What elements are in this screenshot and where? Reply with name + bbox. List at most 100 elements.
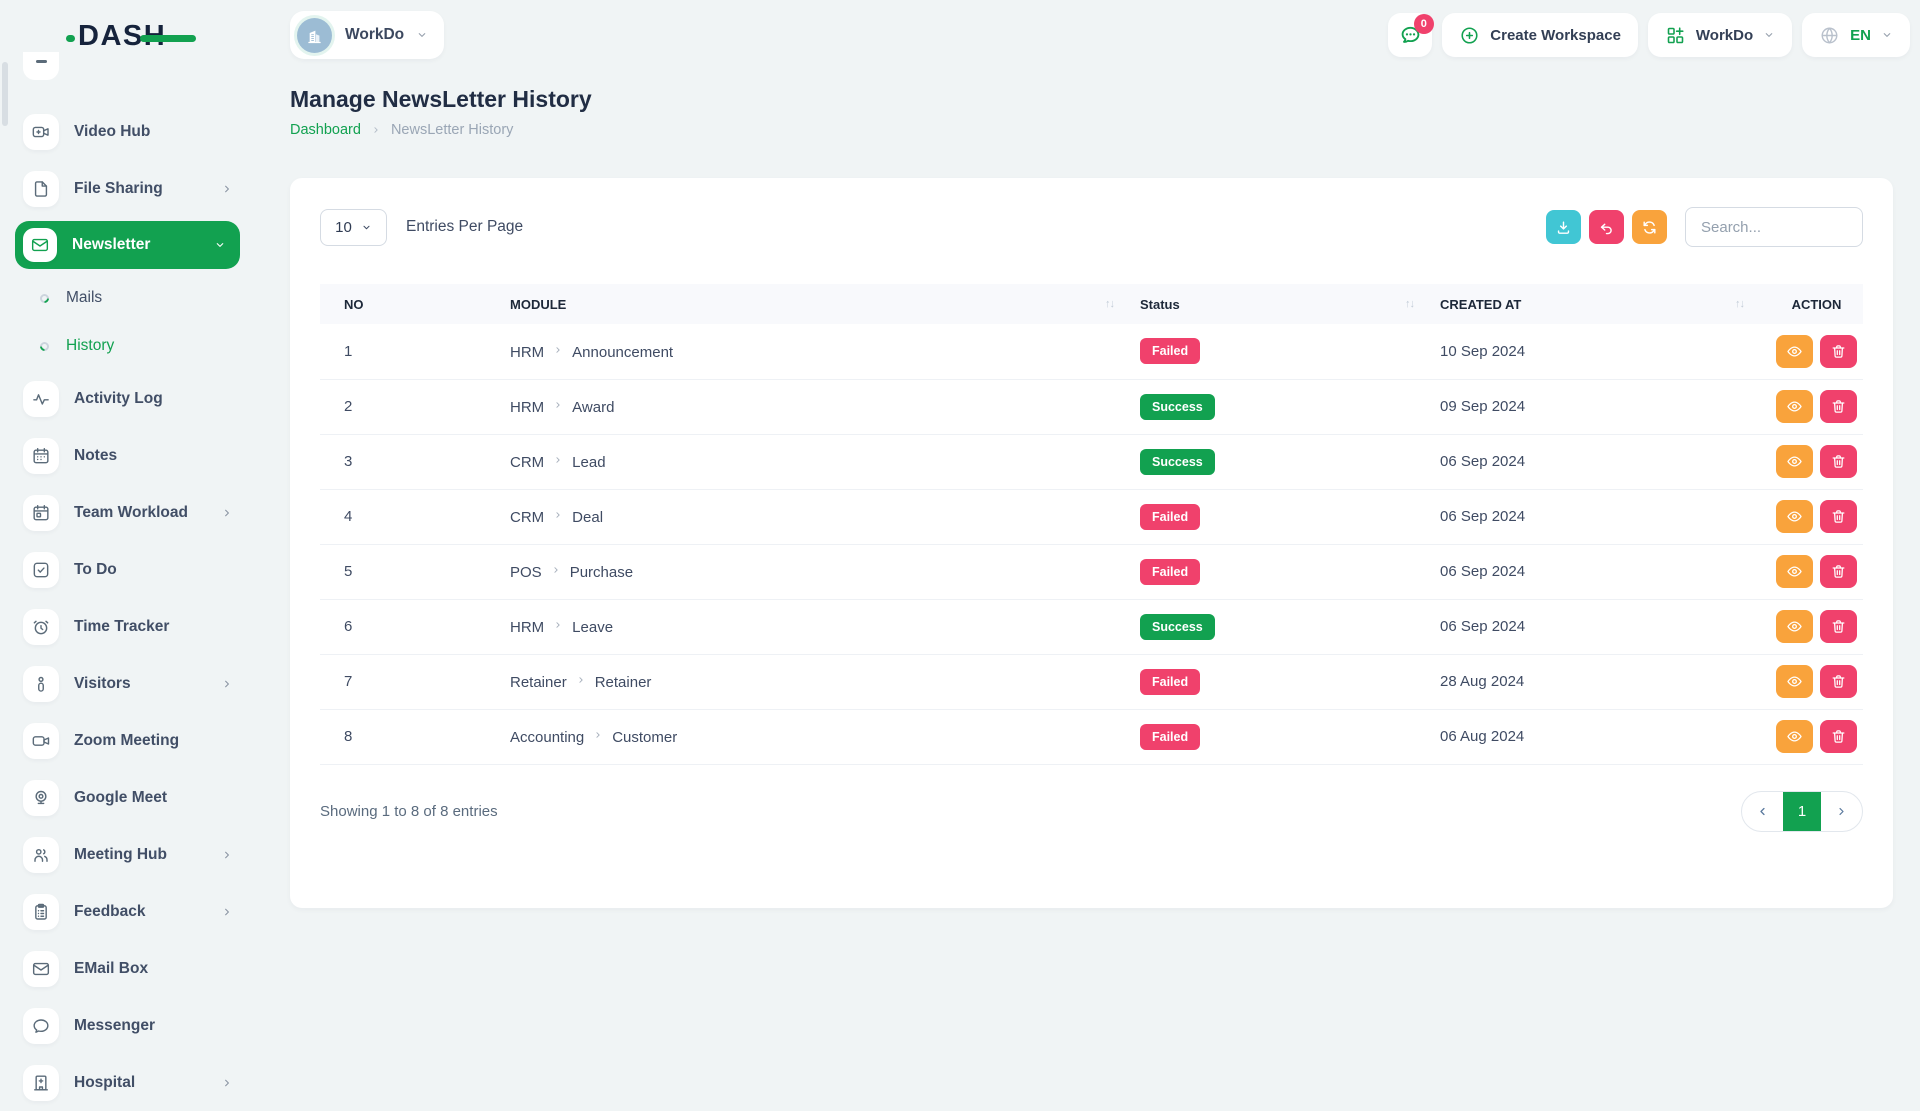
sidebar-subitem-mails[interactable]: Mails	[0, 274, 265, 322]
breadcrumb: Dashboard NewsLetter History	[290, 122, 1893, 138]
entries-per-page-value: 10	[335, 219, 352, 236]
create-workspace-button[interactable]: Create Workspace	[1442, 13, 1638, 57]
workdo-apps-button[interactable]: WorkDo	[1648, 13, 1792, 57]
message-bubble-icon	[31, 1016, 51, 1036]
page-title: Manage NewsLetter History	[290, 86, 1893, 113]
cell-module: HRMAward	[510, 379, 1140, 434]
view-button[interactable]	[1776, 445, 1813, 478]
mail-icon	[30, 235, 50, 255]
icon-box	[23, 552, 59, 588]
pagination-next-button[interactable]	[1821, 792, 1862, 831]
partial-icon	[36, 60, 47, 63]
view-button[interactable]	[1776, 555, 1813, 588]
view-button[interactable]	[1776, 720, 1813, 753]
chevron-right-icon	[221, 507, 233, 519]
entries-per-page-select[interactable]: 10	[320, 209, 387, 246]
video-camera-icon	[31, 122, 51, 142]
cell-created-at: 06 Sep 2024	[1440, 489, 1770, 544]
sidebar-item-video-hub[interactable]: Video Hub	[0, 103, 265, 160]
column-header-module[interactable]: MODULE↑↓	[510, 284, 1140, 324]
sidebar-item-time-tracker[interactable]: Time Tracker	[0, 598, 265, 655]
pagination: 1	[1741, 791, 1863, 832]
app-logo[interactable]: DASH	[66, 18, 166, 54]
delete-button[interactable]	[1820, 445, 1857, 478]
delete-button[interactable]	[1820, 500, 1857, 533]
workspace-selector[interactable]: WorkDo	[290, 11, 444, 59]
trash-icon	[1830, 453, 1847, 470]
sort-icon: ↑↓	[1105, 298, 1114, 310]
sidebar-item-messenger[interactable]: Messenger	[0, 997, 265, 1054]
table-row: 7RetainerRetainerFailed28 Aug 2024	[320, 654, 1863, 709]
delete-button[interactable]	[1820, 335, 1857, 368]
breadcrumb-dashboard-link[interactable]: Dashboard	[290, 122, 361, 138]
create-workspace-label: Create Workspace	[1490, 27, 1621, 44]
trash-icon	[1830, 673, 1847, 690]
sidebar-item-file-sharing[interactable]: File Sharing	[0, 160, 265, 217]
messages-button[interactable]: 0	[1388, 13, 1432, 57]
sidebar-item-visitors[interactable]: Visitors	[0, 655, 265, 712]
view-button[interactable]	[1776, 335, 1813, 368]
chevron-down-icon	[361, 222, 372, 233]
trash-icon	[1830, 728, 1847, 745]
sidebar-item-email-box[interactable]: EMail Box	[0, 940, 265, 997]
workspace-avatar	[297, 18, 332, 53]
delete-button[interactable]	[1820, 665, 1857, 698]
sidebar-item-hospital[interactable]: Hospital	[0, 1054, 265, 1111]
sidebar-item-feedback[interactable]: Feedback	[0, 883, 265, 940]
sidebar-item-google-meet[interactable]: Google Meet	[0, 769, 265, 826]
sidebar-subitem-history[interactable]: History	[0, 322, 265, 370]
delete-button[interactable]	[1820, 555, 1857, 588]
table-footer: Showing 1 to 8 of 8 entries 1	[320, 791, 1863, 832]
plus-circle-icon	[1459, 25, 1480, 46]
eye-icon	[1786, 398, 1803, 415]
view-button[interactable]	[1776, 390, 1813, 423]
view-button[interactable]	[1776, 500, 1813, 533]
eye-icon	[1786, 563, 1803, 580]
sidebar-item-label: Zoom Meeting	[74, 732, 179, 750]
sidebar-item-team-workload[interactable]: Team Workload	[0, 484, 265, 541]
cell-actions	[1770, 489, 1863, 544]
view-button[interactable]	[1776, 610, 1813, 643]
sort-icon: ↑↓	[1735, 298, 1744, 310]
sidebar-subitem-label: History	[66, 337, 114, 355]
cell-status: Failed	[1140, 709, 1440, 764]
eye-icon	[1786, 343, 1803, 360]
status-badge: Success	[1140, 394, 1215, 420]
sidebar-item-notes[interactable]: Notes	[0, 427, 265, 484]
trash-icon	[1830, 508, 1847, 525]
column-header-status[interactable]: Status↑↓	[1140, 284, 1440, 324]
chevron-right-icon	[221, 678, 233, 690]
search-input[interactable]	[1685, 207, 1863, 247]
export-button[interactable]	[1546, 210, 1581, 244]
activity-pulse-icon	[31, 389, 51, 409]
sidebar-item-zoom-meeting[interactable]: Zoom Meeting	[0, 712, 265, 769]
sidebar-item-newsletter[interactable]: Newsletter	[15, 221, 240, 269]
column-header-created-at[interactable]: CREATED AT↑↓	[1440, 284, 1770, 324]
language-selector[interactable]: EN	[1802, 13, 1910, 57]
reload-button[interactable]	[1632, 210, 1667, 244]
cell-no: 1	[320, 324, 510, 379]
cell-created-at: 28 Aug 2024	[1440, 654, 1770, 709]
delete-button[interactable]	[1820, 610, 1857, 643]
pagination-prev-button[interactable]	[1742, 792, 1783, 831]
cell-no: 5	[320, 544, 510, 599]
sidebar-item-activity-log[interactable]: Activity Log	[0, 370, 265, 427]
cell-module: POSPurchase	[510, 544, 1140, 599]
sidebar-item-label: Activity Log	[74, 390, 163, 408]
icon-box	[23, 837, 59, 873]
sidebar-item-meeting-hub[interactable]: Meeting Hub	[0, 826, 265, 883]
icon-box	[23, 438, 59, 474]
reset-button[interactable]	[1589, 210, 1624, 244]
icon-box	[23, 723, 59, 759]
file-icon	[31, 179, 51, 199]
column-label: ACTION	[1792, 297, 1842, 312]
delete-button[interactable]	[1820, 720, 1857, 753]
sidebar-item-to-do[interactable]: To Do	[0, 541, 265, 598]
delete-button[interactable]	[1820, 390, 1857, 423]
pagination-page-1[interactable]: 1	[1783, 792, 1821, 831]
sidebar-item-label: To Do	[74, 561, 117, 579]
chevron-right-icon	[551, 562, 561, 579]
webcam-icon	[31, 788, 51, 808]
view-button[interactable]	[1776, 665, 1813, 698]
topbar: WorkDo 0 Create Workspace WorkDo EN	[265, 0, 1920, 70]
